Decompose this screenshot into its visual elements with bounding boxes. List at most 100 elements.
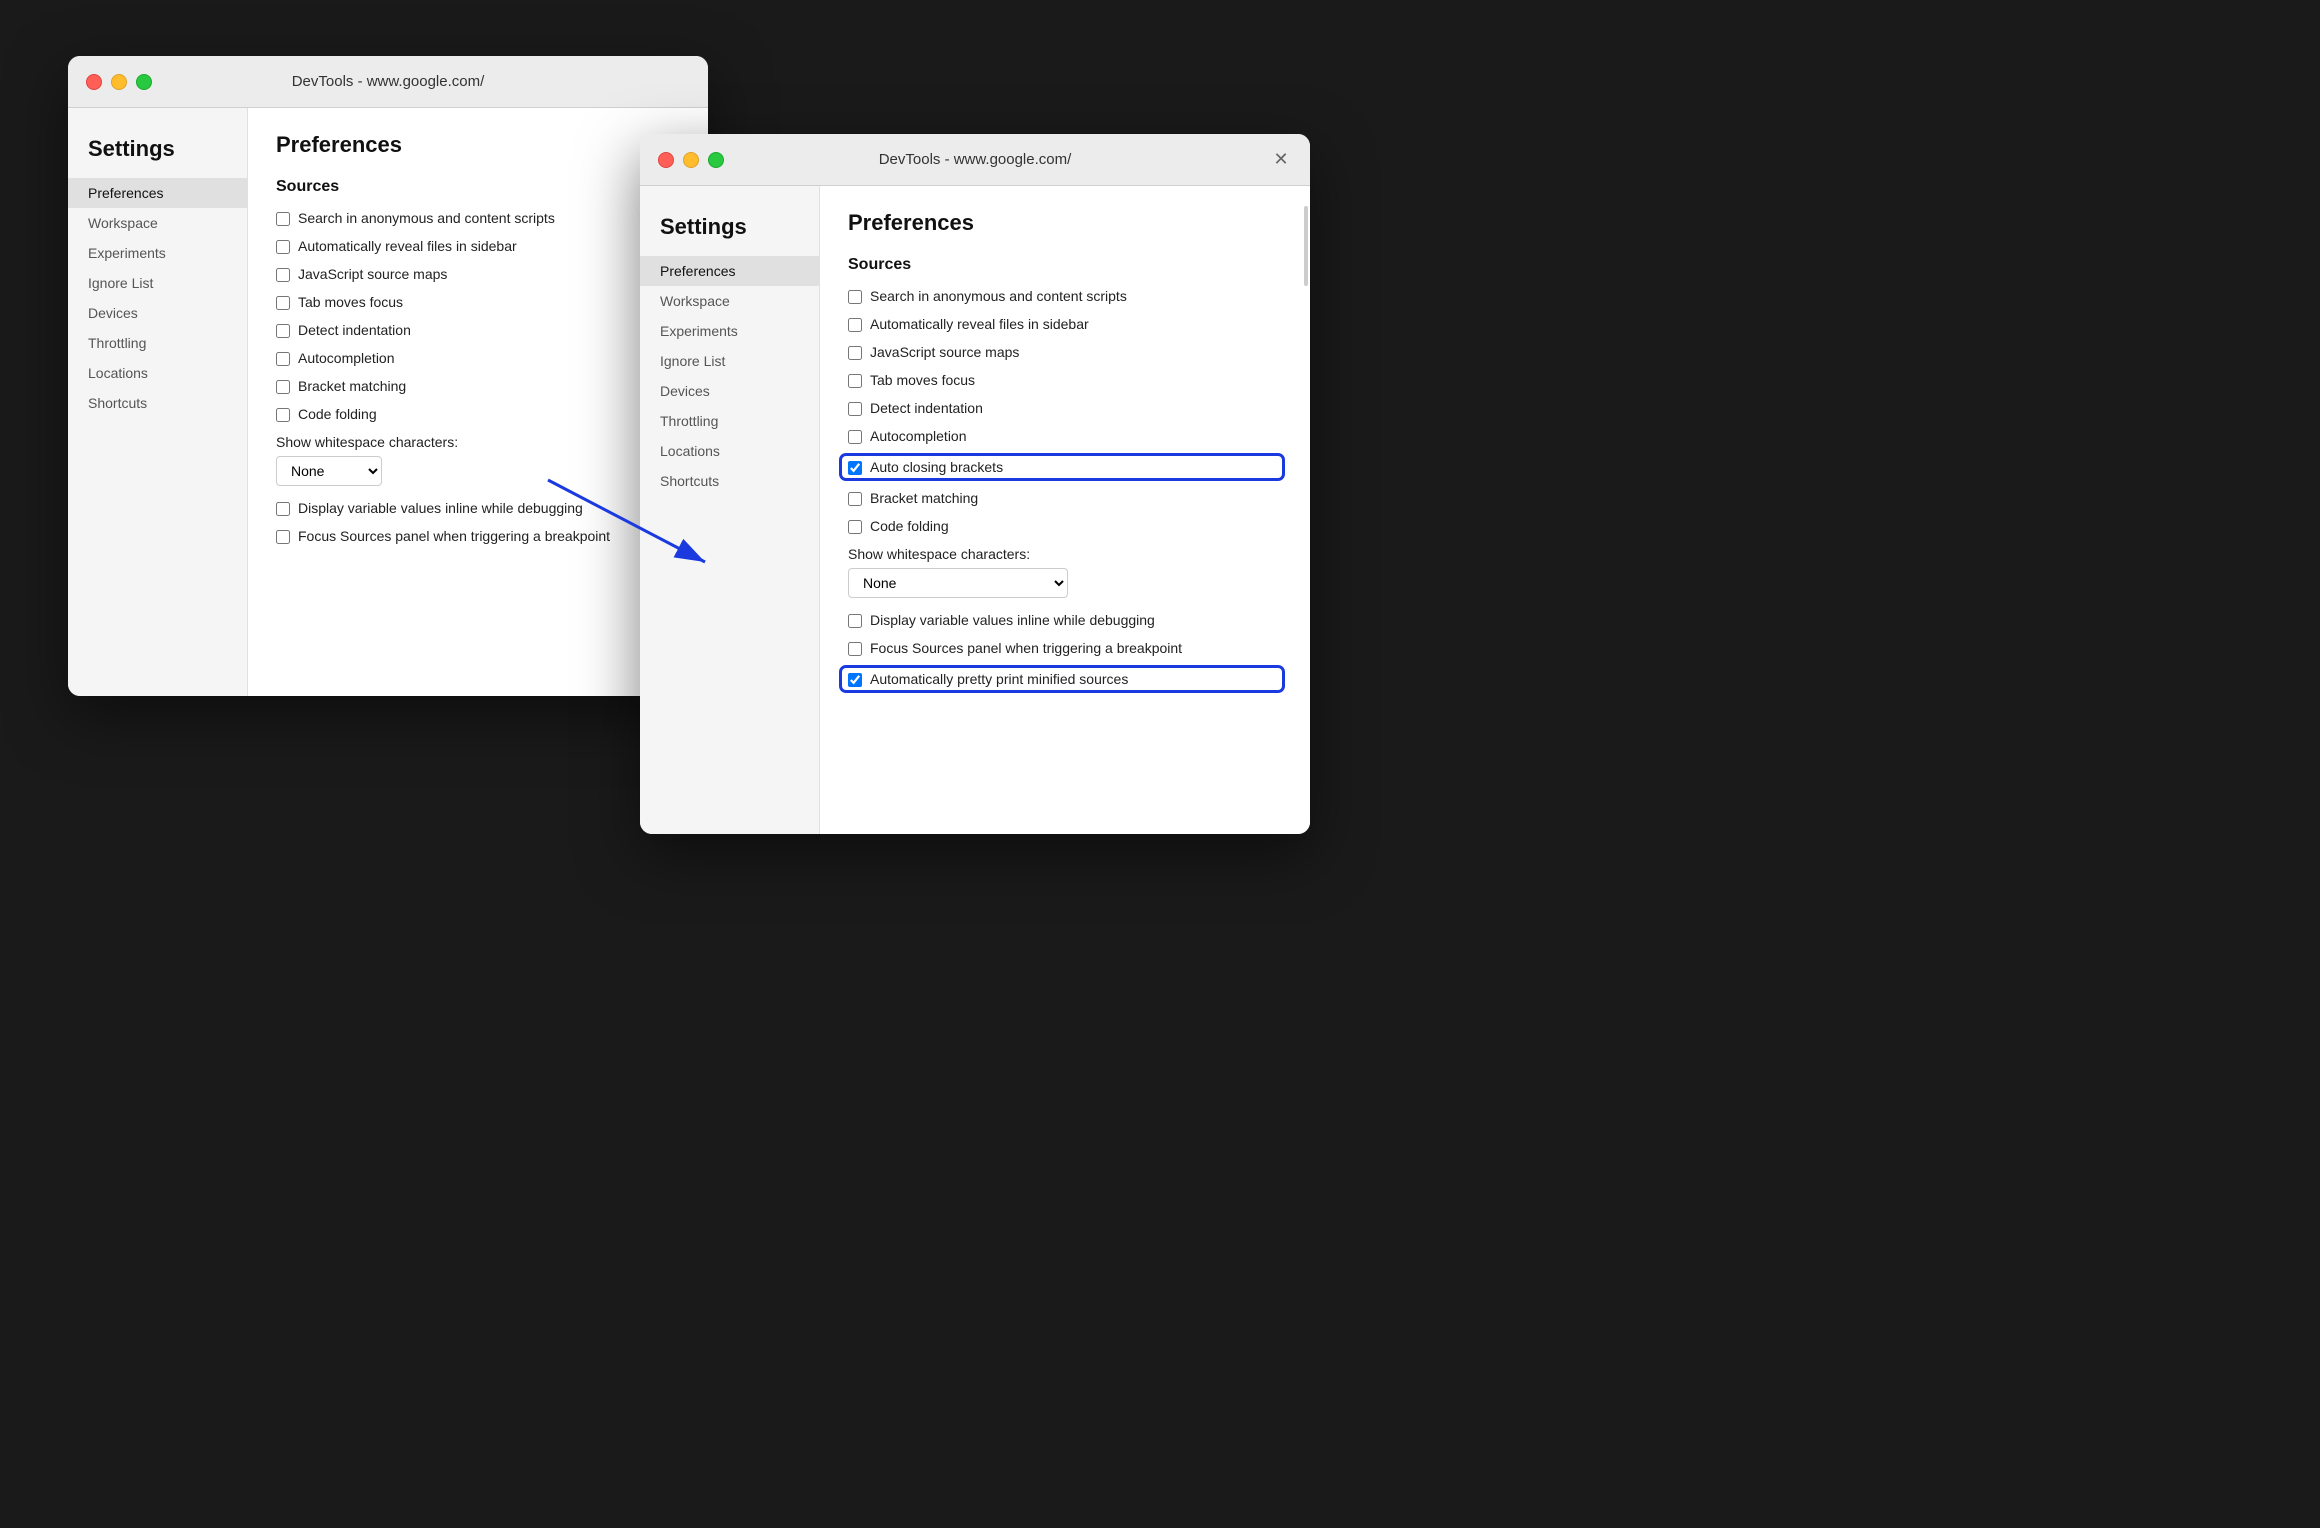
checkbox-bracket: Bracket matching	[276, 378, 680, 394]
w2-checkbox-reveal-label: Automatically reveal files in sidebar	[870, 316, 1089, 332]
whitespace-select-row: Show whitespace characters: None All Tra…	[276, 434, 680, 486]
titlebar-1: DevTools - www.google.com/	[68, 56, 708, 108]
w2-whitespace-select-row: Show whitespace characters: None All Tra…	[848, 546, 1282, 598]
sidebar-item-ignorelist-2[interactable]: Ignore List	[640, 346, 819, 376]
checkbox-focussources-label: Focus Sources panel when triggering a br…	[298, 528, 610, 544]
w2-checkbox-tabfocus-label: Tab moves focus	[870, 372, 975, 388]
w2-checkbox-tabfocus-input[interactable]	[848, 374, 862, 388]
checkbox-codefolding-input[interactable]	[276, 408, 290, 422]
checkbox-focussources: Focus Sources panel when triggering a br…	[276, 528, 680, 544]
settings-body-2: Settings Preferences Workspace Experimen…	[640, 186, 1310, 834]
w2-checkbox-sourcemaps: JavaScript source maps	[848, 344, 1282, 360]
scrollbar-thumb[interactable]	[1304, 206, 1308, 286]
w2-checkbox-anonymous-label: Search in anonymous and content scripts	[870, 288, 1127, 304]
sidebar-item-experiments-1[interactable]: Experiments	[68, 238, 247, 268]
checkbox-bracket-input[interactable]	[276, 380, 290, 394]
sidebar-item-preferences-1[interactable]: Preferences	[68, 178, 247, 208]
w2-checkbox-reveal: Automatically reveal files in sidebar	[848, 316, 1282, 332]
checkbox-sourcemaps-input[interactable]	[276, 268, 290, 282]
sidebar-item-workspace-1[interactable]: Workspace	[68, 208, 247, 238]
sidebar-2: Settings Preferences Workspace Experimen…	[640, 186, 820, 834]
w2-checkbox-autocomp-input[interactable]	[848, 430, 862, 444]
w2-checkbox-reveal-input[interactable]	[848, 318, 862, 332]
maximize-button-1[interactable]	[136, 74, 152, 90]
w2-checkbox-focussources-label: Focus Sources panel when triggering a br…	[870, 640, 1182, 656]
w2-checkbox-codefolding-label: Code folding	[870, 518, 949, 534]
w2-checkbox-focussources-input[interactable]	[848, 642, 862, 656]
w2-checkbox-prettyprint: Automatically pretty print minified sour…	[842, 668, 1282, 690]
w2-whitespace-label: Show whitespace characters:	[848, 546, 1282, 562]
checkbox-sourcemaps: JavaScript source maps	[276, 266, 680, 282]
sidebar-item-experiments-2[interactable]: Experiments	[640, 316, 819, 346]
checkbox-varvalues: Display variable values inline while deb…	[276, 500, 680, 516]
w2-checkbox-prettyprint-label: Automatically pretty print minified sour…	[870, 671, 1128, 687]
settings-body-1: Settings Preferences Workspace Experimen…	[68, 108, 708, 696]
checkbox-focussources-input[interactable]	[276, 530, 290, 544]
close-button-1[interactable]	[86, 74, 102, 90]
w2-checkbox-autocomp: Autocompletion	[848, 428, 1282, 444]
section-title-2: Sources	[848, 256, 1282, 274]
checkbox-autocomp-input[interactable]	[276, 352, 290, 366]
w2-checkbox-varvalues-label: Display variable values inline while deb…	[870, 612, 1155, 628]
sidebar-item-locations-2[interactable]: Locations	[640, 436, 819, 466]
w2-checkbox-autoclosing-input[interactable]	[848, 461, 862, 475]
checkbox-codefolding: Code folding	[276, 406, 680, 422]
w2-checkbox-bracket-label: Bracket matching	[870, 490, 978, 506]
traffic-lights-2	[658, 152, 724, 168]
sidebar-item-throttling-1[interactable]: Throttling	[68, 328, 247, 358]
sidebar-1: Settings Preferences Workspace Experimen…	[68, 108, 248, 696]
checkbox-reveal-label: Automatically reveal files in sidebar	[298, 238, 517, 254]
minimize-button-2[interactable]	[683, 152, 699, 168]
checkbox-reveal-input[interactable]	[276, 240, 290, 254]
sidebar-item-throttling-2[interactable]: Throttling	[640, 406, 819, 436]
sidebar-item-ignorelist-1[interactable]: Ignore List	[68, 268, 247, 298]
w2-checkbox-sourcemaps-input[interactable]	[848, 346, 862, 360]
sidebar-item-shortcuts-2[interactable]: Shortcuts	[640, 466, 819, 496]
sidebar-heading-1: Settings	[68, 128, 247, 178]
sidebar-item-preferences-2[interactable]: Preferences	[640, 256, 819, 286]
titlebar-2: DevTools - www.google.com/ ✕	[640, 134, 1310, 186]
checkbox-tabfocus-label: Tab moves focus	[298, 294, 403, 310]
sidebar-item-workspace-2[interactable]: Workspace	[640, 286, 819, 316]
devtools-window-2: DevTools - www.google.com/ ✕ Settings Pr…	[640, 134, 1310, 834]
traffic-lights-1	[86, 74, 152, 90]
checkbox-tabfocus-input[interactable]	[276, 296, 290, 310]
w2-checkbox-varvalues-input[interactable]	[848, 614, 862, 628]
checkbox-sourcemaps-label: JavaScript source maps	[298, 266, 447, 282]
checkbox-bracket-label: Bracket matching	[298, 378, 406, 394]
sidebar-item-devices-1[interactable]: Devices	[68, 298, 247, 328]
w2-whitespace-select[interactable]: None All Trailing	[848, 568, 1068, 598]
checkbox-varvalues-label: Display variable values inline while deb…	[298, 500, 583, 516]
close-button-2[interactable]	[658, 152, 674, 168]
whitespace-label: Show whitespace characters:	[276, 434, 680, 450]
checkbox-reveal: Automatically reveal files in sidebar	[276, 238, 680, 254]
sidebar-item-devices-2[interactable]: Devices	[640, 376, 819, 406]
w2-checkbox-bracket-input[interactable]	[848, 492, 862, 506]
maximize-button-2[interactable]	[708, 152, 724, 168]
section-title-1: Sources	[276, 178, 680, 196]
minimize-button-1[interactable]	[111, 74, 127, 90]
checkbox-varvalues-input[interactable]	[276, 502, 290, 516]
sidebar-item-shortcuts-1[interactable]: Shortcuts	[68, 388, 247, 418]
whitespace-select[interactable]: None All Trailing	[276, 456, 382, 486]
w2-checkbox-indent-input[interactable]	[848, 402, 862, 416]
checkbox-autocomp-label: Autocompletion	[298, 350, 395, 366]
checkbox-codefolding-label: Code folding	[298, 406, 377, 422]
content-area-2: Preferences Sources Search in anonymous …	[820, 186, 1310, 834]
w2-checkbox-anonymous-input[interactable]	[848, 290, 862, 304]
w2-checkbox-codefolding: Code folding	[848, 518, 1282, 534]
w2-checkbox-anonymous: Search in anonymous and content scripts	[848, 288, 1282, 304]
w2-checkbox-prettyprint-input[interactable]	[848, 673, 862, 687]
titlebar-title-2: DevTools - www.google.com/	[879, 151, 1072, 168]
w2-checkbox-autoclosing: Auto closing brackets	[842, 456, 1282, 478]
w2-checkbox-autocomp-label: Autocompletion	[870, 428, 967, 444]
w2-checkbox-bracket: Bracket matching	[848, 490, 1282, 506]
checkbox-indent-input[interactable]	[276, 324, 290, 338]
checkbox-anonymous-input[interactable]	[276, 212, 290, 226]
checkbox-tabfocus: Tab moves focus	[276, 294, 680, 310]
settings-close-button-2[interactable]: ✕	[1270, 149, 1292, 171]
w2-checkbox-codefolding-input[interactable]	[848, 520, 862, 534]
sidebar-item-locations-1[interactable]: Locations	[68, 358, 247, 388]
checkbox-anonymous-label: Search in anonymous and content scripts	[298, 210, 555, 226]
w2-checkbox-sourcemaps-label: JavaScript source maps	[870, 344, 1019, 360]
